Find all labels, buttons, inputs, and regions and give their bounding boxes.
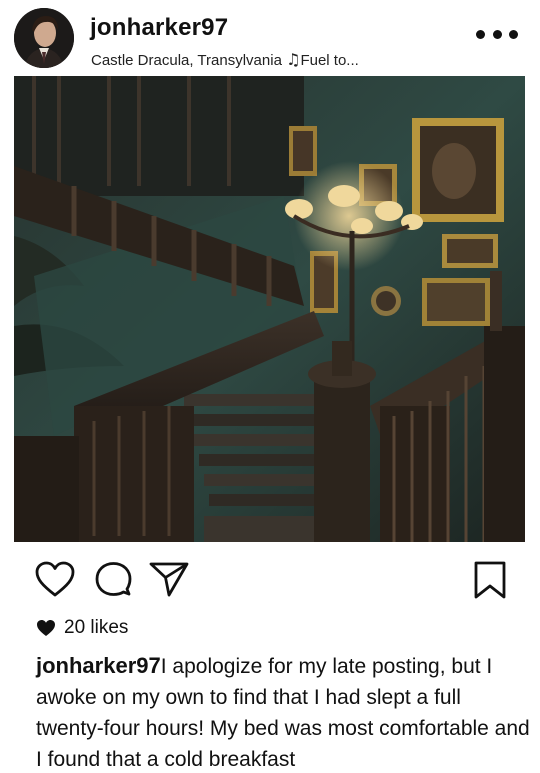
- more-dot: [476, 29, 485, 39]
- like-button[interactable]: [34, 560, 76, 603]
- post-caption: jonharker97I apologize for my late posti…: [36, 650, 530, 773]
- post-image[interactable]: [14, 76, 525, 542]
- location-text[interactable]: Castle Dracula, Transylvania: [91, 52, 282, 69]
- likes-count[interactable]: 20 likes: [36, 617, 128, 639]
- castle-staircase-image: [14, 76, 525, 542]
- save-button[interactable]: [472, 560, 508, 605]
- post-location-line[interactable]: Castle Dracula, Transylvania ♫Fuel to...: [91, 50, 359, 69]
- bookmark-icon: [474, 561, 506, 599]
- comment-bubble-icon: [95, 562, 132, 596]
- post-actions-bar: [0, 556, 540, 606]
- share-button[interactable]: [148, 560, 190, 603]
- post-header: jonharker97 Castle Dracula, Transylvania…: [0, 0, 540, 76]
- post-username[interactable]: jonharker97: [90, 14, 228, 42]
- more-options-button[interactable]: [476, 24, 518, 44]
- heart-filled-icon: [37, 620, 55, 636]
- comment-button[interactable]: [94, 560, 132, 603]
- song-title[interactable]: Fuel to...: [300, 52, 358, 69]
- more-dot: [509, 29, 518, 39]
- music-note-icon: ♫: [286, 50, 301, 69]
- heart-outline-icon: [35, 561, 75, 597]
- caption-username[interactable]: jonharker97: [36, 653, 161, 678]
- likes-text: 20 likes: [64, 617, 129, 638]
- avatar[interactable]: [14, 8, 74, 68]
- avatar-image: [14, 8, 74, 68]
- more-dot: [492, 29, 502, 39]
- paper-plane-icon: [149, 562, 189, 597]
